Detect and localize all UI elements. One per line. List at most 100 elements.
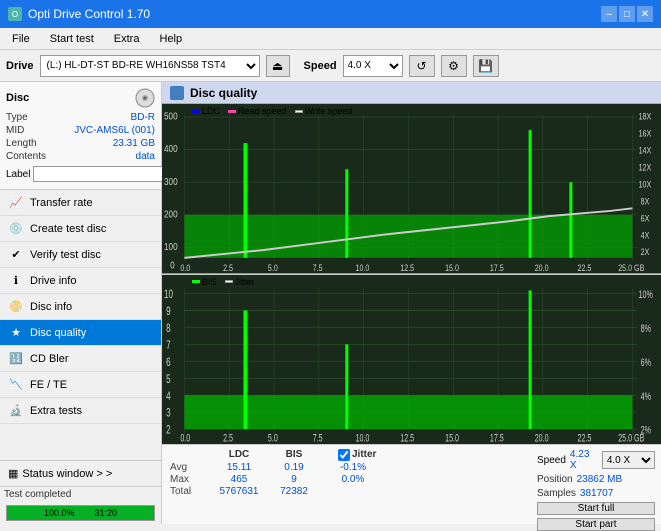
disc-panel: Disc Type BD-R MID JVC-AMS6L (001) Lengt…: [0, 82, 161, 190]
minimize-button[interactable]: –: [601, 6, 617, 22]
verify-test-disc-icon: ✔: [8, 247, 24, 263]
cd-bler-icon: 🔢: [8, 351, 24, 367]
svg-text:0.0: 0.0: [180, 431, 190, 443]
svg-text:6%: 6%: [641, 356, 651, 368]
menu-start-test[interactable]: Start test: [42, 31, 102, 47]
sidebar-item-disc-info[interactable]: 📀 Disc info: [0, 294, 161, 320]
speed-value: 4.23 X: [570, 449, 598, 471]
disc-quality-icon: ★: [8, 325, 24, 341]
avg-jitter: -0.1%: [318, 462, 388, 473]
chart-top-legend: LDC Read speed Write speed: [192, 106, 352, 116]
jitter-legend-dot: [225, 280, 233, 283]
drive-refresh-button[interactable]: ↺: [409, 55, 435, 77]
speed-select[interactable]: 4.0 X: [343, 55, 403, 77]
svg-text:15.0: 15.0: [445, 431, 459, 443]
svg-text:22.5: 22.5: [577, 431, 591, 443]
svg-text:5.0: 5.0: [268, 431, 278, 443]
status-window-button[interactable]: ▦ Status window > >: [0, 461, 161, 487]
max-bis: 9: [270, 474, 318, 485]
svg-text:500: 500: [164, 111, 178, 122]
chart-bottom-svg: 10 9 8 7 6 5 4 3 2 10% 8% 6% 4% 2%: [162, 275, 661, 445]
disc-type-row: Type BD-R: [6, 112, 155, 123]
svg-text:7.5: 7.5: [313, 431, 323, 443]
drive-info-icon: ℹ: [8, 273, 24, 289]
drive-label: Drive: [6, 60, 34, 72]
disc-contents-row: Contents data: [6, 151, 155, 162]
svg-text:10.0: 10.0: [355, 431, 369, 443]
avg-ldc: 15.11: [208, 462, 270, 473]
disc-panel-title: Disc: [6, 92, 29, 104]
svg-text:12.5: 12.5: [400, 263, 414, 273]
speed-label: Speed: [304, 60, 337, 72]
stats-speed-select[interactable]: 4.0 X: [602, 451, 655, 469]
content-area: Disc quality LDC Read speed Wr: [162, 82, 661, 524]
svg-text:4X: 4X: [641, 230, 650, 240]
stats-header-row: LDC BIS Jitter: [170, 449, 523, 461]
sidebar-item-label: CD Bler: [30, 353, 69, 365]
sidebar-item-label: Create test disc: [30, 223, 106, 235]
sidebar-item-disc-quality[interactable]: ★ Disc quality: [0, 320, 161, 346]
sidebar-item-verify-test-disc[interactable]: ✔ Verify test disc: [0, 242, 161, 268]
disc-quality-header: Disc quality: [162, 82, 661, 104]
app-icon: O: [8, 7, 22, 21]
progress-bar-container: 100.0% 31:20: [6, 505, 155, 521]
svg-text:25.0 GB: 25.0 GB: [618, 263, 645, 273]
svg-text:200: 200: [164, 209, 178, 220]
drive-save-button[interactable]: 💾: [473, 55, 499, 77]
sidebar-item-cd-bler[interactable]: 🔢 CD Bler: [0, 346, 161, 372]
svg-text:12X: 12X: [639, 163, 652, 173]
sidebar-item-fe-te[interactable]: 📉 FE / TE: [0, 372, 161, 398]
transfer-rate-icon: 📈: [8, 195, 24, 211]
max-jitter: 0.0%: [318, 474, 388, 485]
position-row: Position 23862 MB: [537, 474, 655, 485]
title-bar: O Opti Drive Control 1.70 – □ ✕: [0, 0, 661, 28]
svg-text:17.5: 17.5: [490, 431, 504, 443]
start-full-button[interactable]: Start full: [537, 502, 655, 515]
status-window-label: Status window > >: [22, 468, 112, 480]
chart-top: LDC Read speed Write speed 500: [162, 104, 661, 275]
svg-text:100: 100: [164, 241, 178, 252]
disc-icon: [135, 88, 155, 108]
dq-title: Disc quality: [190, 86, 257, 100]
svg-text:8%: 8%: [641, 322, 651, 334]
menu-extra[interactable]: Extra: [106, 31, 148, 47]
drive-config-button[interactable]: ⚙: [441, 55, 467, 77]
svg-text:300: 300: [164, 176, 178, 187]
sidebar-item-transfer-rate[interactable]: 📈 Transfer rate: [0, 190, 161, 216]
stats-max-row: Max 465 9 0.0%: [170, 474, 523, 485]
title-bar-controls: – □ ✕: [601, 6, 653, 22]
menu-help[interactable]: Help: [151, 31, 190, 47]
read-speed-legend-dot: [228, 110, 236, 113]
disc-label-input[interactable]: [33, 166, 167, 182]
svg-text:10.0: 10.0: [355, 263, 369, 273]
drive-select[interactable]: (L:) HL-DT-ST BD-RE WH16NS58 TST4: [40, 55, 260, 77]
svg-text:22.5: 22.5: [577, 263, 591, 273]
sidebar-item-label: FE / TE: [30, 379, 67, 391]
create-test-disc-icon: 💿: [8, 221, 24, 237]
svg-text:400: 400: [164, 143, 178, 154]
jitter-checkbox[interactable]: [338, 449, 350, 461]
dq-icon: [170, 86, 184, 100]
disc-length: 23.31 GB: [113, 138, 155, 149]
stats-total-row: Total 5767631 72382: [170, 486, 523, 497]
sidebar-item-label: Disc quality: [30, 327, 86, 339]
legend-ldc: LDC: [192, 106, 220, 116]
start-part-button[interactable]: Start part: [537, 518, 655, 531]
sidebar-item-label: Verify test disc: [30, 249, 101, 261]
svg-text:4: 4: [166, 390, 171, 403]
svg-text:15.0: 15.0: [445, 263, 459, 273]
main-layout: Disc Type BD-R MID JVC-AMS6L (001) Lengt…: [0, 82, 661, 524]
close-button[interactable]: ✕: [637, 6, 653, 22]
svg-text:10%: 10%: [639, 288, 653, 300]
legend-write-speed: Write speed: [295, 106, 353, 116]
eject-button[interactable]: ⏏: [266, 55, 290, 77]
menu-file[interactable]: File: [4, 31, 38, 47]
sidebar-item-extra-tests[interactable]: 🔬 Extra tests: [0, 398, 161, 424]
maximize-button[interactable]: □: [619, 6, 635, 22]
sidebar-item-drive-info[interactable]: ℹ Drive info: [0, 268, 161, 294]
disc-label-row: Label 🔍: [6, 165, 155, 183]
extra-tests-icon: 🔬: [8, 403, 24, 419]
svg-text:2.5: 2.5: [223, 263, 233, 273]
sidebar-item-create-test-disc[interactable]: 💿 Create test disc: [0, 216, 161, 242]
svg-text:10: 10: [164, 288, 173, 301]
